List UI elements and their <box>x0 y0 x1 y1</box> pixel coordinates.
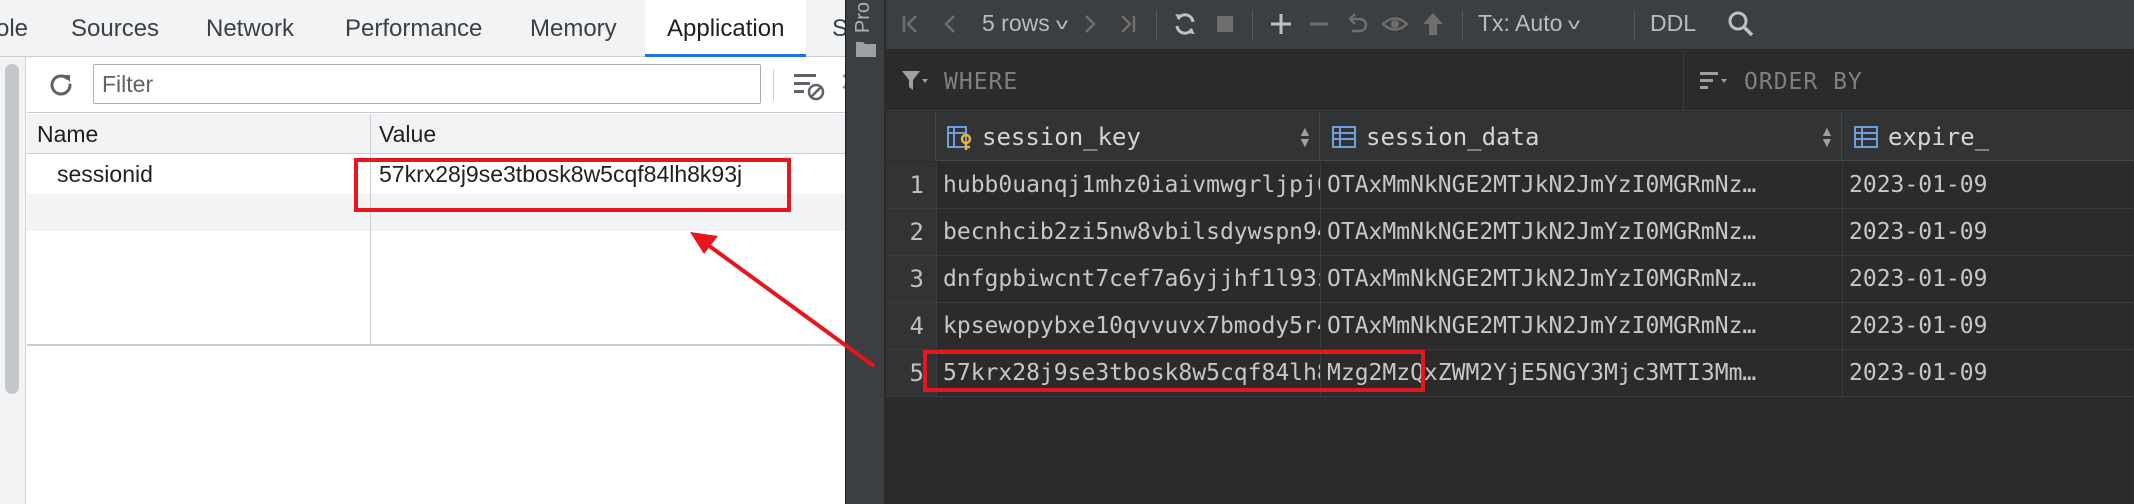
row-number[interactable]: 1 <box>886 162 936 208</box>
column-icon <box>1332 126 1356 148</box>
cell-session-key[interactable]: becnhcib2zi5nw8vbilsdywspn941g… <box>936 209 1320 255</box>
table-row[interactable]: 1 hubb0uanqj1mhz0iaivmwgrljpj6v2… OTAxMm… <box>886 162 2134 209</box>
column-label: session_key <box>982 123 1141 151</box>
cell-expire-date[interactable]: 2023-01-09 <box>1842 209 2134 255</box>
filter-bar: WHERE ORDER BY <box>886 51 2134 111</box>
search-icon[interactable] <box>1726 9 1756 39</box>
column-header-session-key[interactable]: session_key ▲ ▼ <box>936 112 1320 161</box>
column-label: expire_ <box>1888 123 1990 151</box>
column-label: session_data <box>1366 123 1540 151</box>
tab-application[interactable]: Application <box>645 0 807 57</box>
grid-header: session_key ▲ ▼ session_data ▲ ▼ expire_ <box>886 112 2134 161</box>
stop-icon[interactable] <box>1210 9 1240 39</box>
table-row[interactable]: 2 becnhcib2zi5nw8vbilsdywspn941g… OTAxMm… <box>886 209 2134 256</box>
revert-icon[interactable] <box>1342 9 1372 39</box>
next-page-icon[interactable] <box>1074 9 1104 39</box>
column-header-value[interactable]: Value <box>379 114 436 154</box>
result-toolbar: 5 rows v Tx: Auto v DDL <box>886 0 2134 50</box>
sort-icon[interactable] <box>1698 67 1730 95</box>
reload-icon[interactable] <box>1170 9 1200 39</box>
tab-console[interactable]: ole <box>0 0 28 57</box>
row-number[interactable]: 4 <box>886 303 936 349</box>
preview-changes-icon[interactable] <box>1380 9 1410 39</box>
toolbar-separator <box>1252 10 1253 40</box>
toolbar-separator <box>1156 10 1157 40</box>
project-tool-label[interactable]: Pro <box>852 2 875 33</box>
column-divider[interactable] <box>370 114 371 344</box>
submit-icon[interactable] <box>1418 9 1448 39</box>
cookie-name: sessionid <box>57 161 153 187</box>
toolbar-separator <box>1462 10 1463 40</box>
datagrip-panel: 5 rows v Tx: Auto v DDL WHERE ORDER BY s… <box>886 0 2134 504</box>
filter-divider <box>1683 51 1684 111</box>
cell-expire-date[interactable]: 2023-01-09 <box>1842 162 2134 208</box>
row-number-header <box>886 112 936 161</box>
transaction-mode-dropdown[interactable]: Tx: Auto v <box>1478 0 1581 50</box>
toolbar-divider <box>773 69 774 101</box>
devtools-tab-bar: ole Sources Network Performance Memory A… <box>0 0 845 57</box>
chevron-down-icon: v <box>1568 16 1581 33</box>
tab-sources[interactable]: Sources <box>71 0 159 57</box>
table-row[interactable]: 3 dnfgpbiwcnt7cef7a6yjjhf1l93zao… OTAxMm… <box>886 256 2134 303</box>
rows-count-dropdown[interactable]: 5 rows v <box>982 0 1068 50</box>
highlight-box <box>923 350 1425 392</box>
column-header-name[interactable]: Name <box>37 114 98 154</box>
tx-mode-label: Tx: Auto <box>1478 10 1563 36</box>
result-grid: session_key ▲ ▼ session_data ▲ ▼ expire_… <box>886 112 2134 504</box>
column-header-session-data[interactable]: session_data ▲ ▼ <box>1320 112 1842 161</box>
add-row-icon[interactable] <box>1266 9 1296 39</box>
cell-session-data[interactable]: OTAxMmNkNGE2MTJkN2JmYzI0MGRmNz… <box>1320 256 1842 302</box>
table-header: Name Value <box>27 114 845 154</box>
where-input[interactable]: WHERE <box>944 51 1018 111</box>
tab-memory[interactable]: Memory <box>530 0 617 57</box>
project-tool-strip: Pro <box>845 0 885 504</box>
toolbar-separator <box>1634 10 1635 40</box>
last-page-icon[interactable] <box>1112 9 1142 39</box>
primary-key-column-icon <box>947 126 972 150</box>
refresh-icon[interactable] <box>45 69 77 101</box>
cell-session-data[interactable]: OTAxMmNkNGE2MTJkN2JmYzI0MGRmNz… <box>1320 303 1842 349</box>
table-row[interactable]: 4 kpsewopybxe10qvvuvx7bmody5r404… OTAxMm… <box>886 303 2134 350</box>
filter-input[interactable] <box>93 64 761 104</box>
cell-expire-date[interactable]: 2023-01-09 <box>1842 256 2134 302</box>
cookies-toolbar: ✕ <box>27 57 845 113</box>
cookies-table: Name Value sessionid 57krx28j9se3tbosk8w… <box>27 114 845 346</box>
cell-session-data[interactable]: OTAxMmNkNGE2MTJkN2JmYzI0MGRmNz… <box>1320 209 1842 255</box>
filter-icon[interactable] <box>900 67 930 95</box>
chevron-down-icon: v <box>1055 16 1068 33</box>
first-page-icon[interactable] <box>896 9 926 39</box>
cell-session-data[interactable]: OTAxMmNkNGE2MTJkN2JmYzI0MGRmNz… <box>1320 162 1842 208</box>
ddl-button[interactable]: DDL <box>1650 0 1696 50</box>
delete-row-icon[interactable] <box>1304 9 1334 39</box>
tab-performance[interactable]: Performance <box>345 0 482 57</box>
folder-icon[interactable] <box>855 40 877 58</box>
row-number[interactable]: 3 <box>886 256 936 302</box>
cell-expire-date[interactable]: 2023-01-09 <box>1842 303 2134 349</box>
rows-count-label: 5 rows <box>982 10 1050 36</box>
sort-arrows-icon[interactable]: ▲ ▼ <box>1820 124 1834 149</box>
order-by-input[interactable]: ORDER BY <box>1744 51 1863 111</box>
previous-page-icon[interactable] <box>936 9 966 39</box>
devtools-panel: ole Sources Network Performance Memory A… <box>0 0 845 504</box>
tab-network[interactable]: Network <box>206 0 294 57</box>
clear-filtered-icon[interactable] <box>792 69 826 101</box>
column-header-expire-date[interactable]: expire_ <box>1842 112 2134 161</box>
scrollbar-thumb[interactable] <box>5 64 19 394</box>
cell-expire-date[interactable]: 2023-01-09 <box>1842 350 2134 396</box>
highlight-box <box>354 158 791 212</box>
cell-session-key[interactable]: dnfgpbiwcnt7cef7a6yjjhf1l93zao… <box>936 256 1320 302</box>
column-icon <box>1854 126 1878 148</box>
cell-session-key[interactable]: kpsewopybxe10qvvuvx7bmody5r404… <box>936 303 1320 349</box>
cell-session-key[interactable]: hubb0uanqj1mhz0iaivmwgrljpj6v2… <box>936 162 1320 208</box>
sort-arrows-icon[interactable]: ▲ ▼ <box>1298 124 1312 149</box>
row-number[interactable]: 2 <box>886 209 936 255</box>
tab-security[interactable]: S <box>832 0 845 57</box>
